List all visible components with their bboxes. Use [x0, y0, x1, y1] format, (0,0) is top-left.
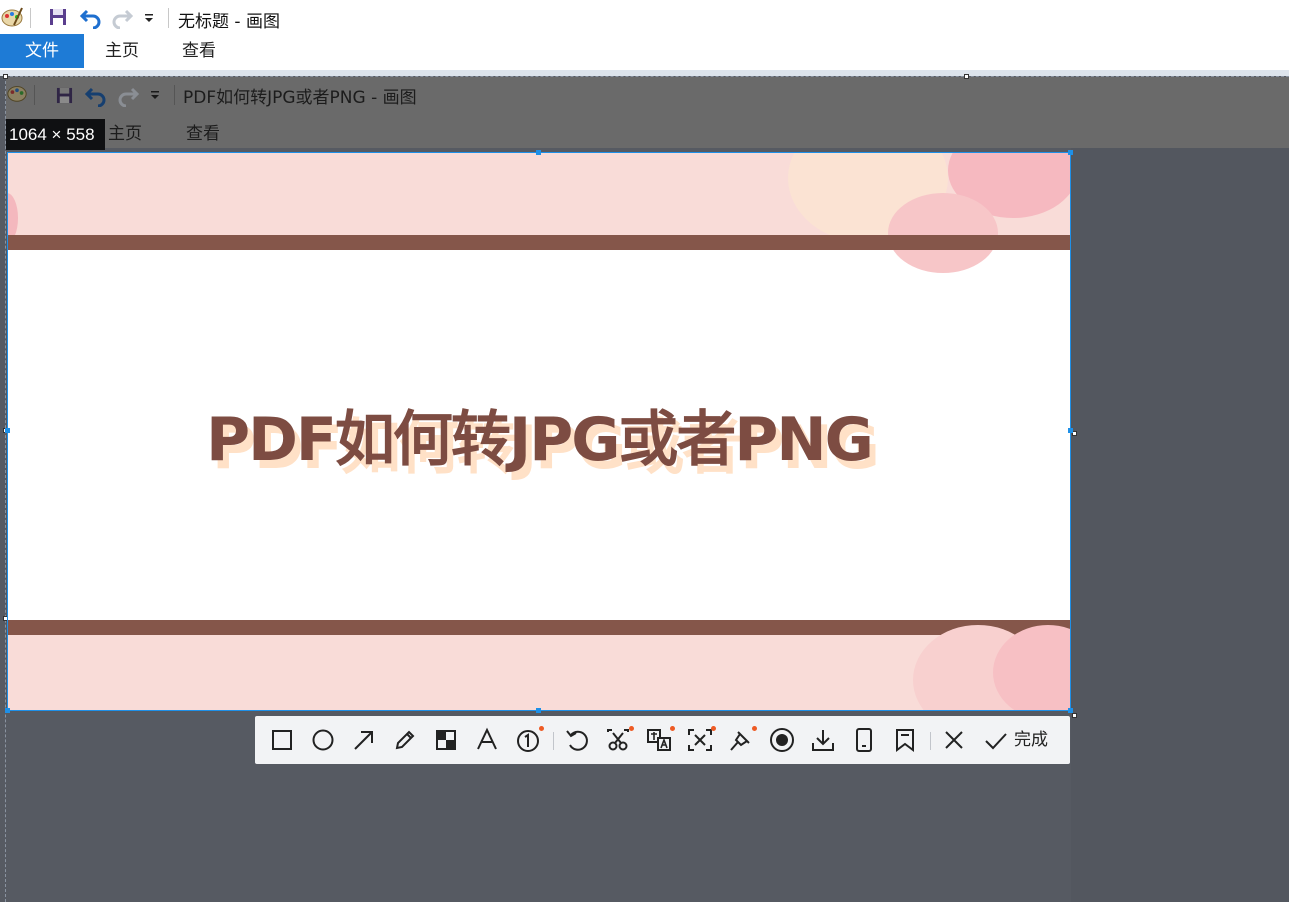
ocr-icon [688, 729, 712, 751]
number-tool[interactable] [514, 726, 544, 754]
download-icon [812, 730, 834, 751]
title-bar: 无标题 - 画图 [0, 0, 1289, 34]
circle-icon [312, 729, 334, 751]
close-icon [945, 731, 963, 749]
tab-file[interactable]: 文件 [0, 34, 84, 68]
selection-handle-bottom-left[interactable] [5, 708, 10, 713]
undo-icon [566, 730, 588, 751]
undo-tool[interactable] [563, 726, 591, 754]
translate-icon [647, 729, 671, 751]
bookmark-icon [896, 729, 914, 752]
pin-icon [730, 731, 750, 751]
scissors-tool[interactable] [604, 726, 634, 754]
toolbar-separator [553, 732, 554, 750]
undo-icon[interactable] [79, 5, 103, 29]
screenshot-toolbar: 完成 [255, 716, 1070, 764]
translate-tool[interactable] [645, 726, 675, 754]
download-tool[interactable] [809, 726, 837, 754]
image-bottom-band [8, 625, 1070, 710]
new-feature-badge [539, 726, 544, 731]
selection-handle-bottom[interactable] [536, 708, 541, 713]
text-tool[interactable] [473, 726, 501, 754]
selection-handle-top-right[interactable] [1068, 150, 1073, 155]
new-feature-badge [752, 726, 757, 731]
cancel-button[interactable] [940, 726, 968, 754]
new-feature-badge [670, 726, 675, 731]
new-feature-badge [629, 726, 634, 731]
image-bottom-bar [8, 620, 1070, 635]
redo-icon[interactable] [110, 5, 134, 29]
ribbon-tabs: 文件 主页 查看 [0, 34, 1289, 70]
record-icon [770, 728, 794, 752]
pin-tool[interactable] [727, 726, 757, 754]
paint-app-icon[interactable] [0, 5, 24, 29]
toolbar-separator [930, 732, 931, 750]
canvas-resize-handle-top[interactable] [964, 74, 969, 79]
capture-selection[interactable]: PDF如何转JPG或者PNG [7, 152, 1071, 711]
tab-home[interactable]: 主页 [84, 34, 160, 68]
mosaic-tool[interactable] [432, 726, 460, 754]
arrow-tool[interactable] [350, 726, 378, 754]
tab-view[interactable]: 查看 [160, 34, 238, 68]
phone-icon [856, 728, 872, 752]
window-title: 无标题 - 画图 [178, 12, 280, 32]
pencil-icon [395, 730, 415, 750]
canvas-resize-handle-top-left[interactable] [3, 74, 8, 79]
done-button[interactable]: 完成 [1014, 726, 1048, 754]
customize-quick-access-icon[interactable] [143, 12, 155, 24]
selection-size-label: 1064 × 558 [6, 119, 105, 150]
decor-circle [888, 193, 998, 273]
checkmark-icon[interactable] [983, 728, 1009, 754]
new-feature-badge [711, 726, 716, 731]
bookmark-tool[interactable] [891, 726, 919, 754]
scissors-icon [607, 729, 629, 751]
selection-handle-right[interactable] [1068, 428, 1073, 433]
text-icon [477, 727, 497, 750]
image-top-bar [8, 235, 1070, 250]
mosaic-icon [436, 730, 456, 750]
selection-handle-left[interactable] [5, 428, 10, 433]
ocr-tool[interactable] [686, 726, 716, 754]
number-icon [517, 730, 539, 752]
rectangle-tool[interactable] [268, 726, 296, 754]
ellipse-tool[interactable] [309, 726, 337, 754]
pencil-tool[interactable] [391, 726, 419, 754]
rectangle-icon [272, 730, 292, 750]
canvas-resize-handle-bottom-right[interactable] [1072, 713, 1077, 718]
arrow-icon [354, 731, 373, 750]
phone-tool[interactable] [850, 726, 878, 754]
image-top-band [8, 153, 1070, 273]
save-icon[interactable] [49, 8, 67, 26]
record-tool[interactable] [768, 726, 796, 754]
selection-handle-bottom-right[interactable] [1068, 708, 1073, 713]
image-headline: PDF如何转JPG或者PNG [206, 405, 874, 475]
selection-handle-top[interactable] [536, 150, 541, 155]
